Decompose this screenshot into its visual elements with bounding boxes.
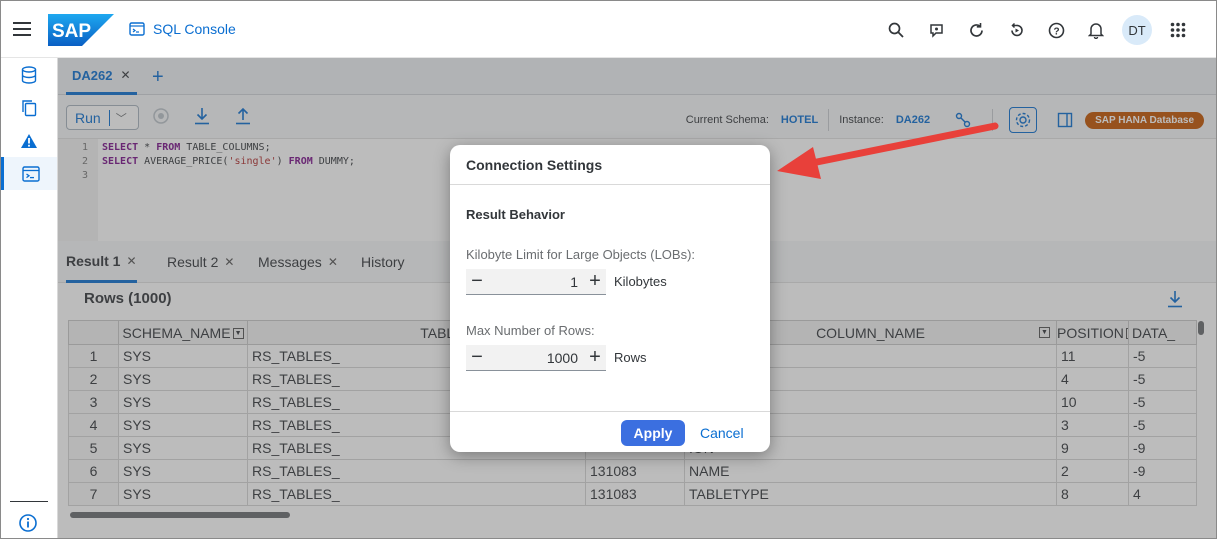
rows-unit-label: Rows <box>614 350 647 365</box>
refresh-icon[interactable] <box>956 15 996 45</box>
nav-divider <box>10 501 48 502</box>
shell-bar: SAP SQL Console ? DT <box>1 1 1216 58</box>
app-title-label: SQL Console <box>153 21 236 37</box>
side-navigation <box>1 58 58 538</box>
decrement-icon[interactable]: − <box>466 269 488 295</box>
svg-text:?: ? <box>1053 26 1059 37</box>
max-rows-label: Max Number of Rows: <box>466 323 595 338</box>
copy-icon <box>22 99 37 116</box>
app-window: SAP SQL Console ? DT DA262 ✕ + Run ﹀ Cur… <box>0 0 1217 539</box>
decrement-icon[interactable]: − <box>466 345 488 371</box>
lob-limit-value[interactable]: 1 <box>488 274 584 290</box>
max-rows-value[interactable]: 1000 <box>488 350 584 366</box>
sap-logo: SAP <box>48 14 114 46</box>
help-icon[interactable]: ? <box>1036 15 1076 45</box>
cancel-button[interactable]: Cancel <box>700 425 744 441</box>
search-icon[interactable] <box>876 15 916 45</box>
nav-sql-console[interactable] <box>1 157 57 190</box>
lob-unit-label: Kilobytes <box>614 274 667 289</box>
menu-icon[interactable] <box>13 22 31 36</box>
alert-icon <box>21 133 37 148</box>
dialog-footer: Apply Cancel <box>450 411 770 452</box>
app-title[interactable]: SQL Console <box>129 21 236 37</box>
app-grid-icon[interactable] <box>1158 15 1198 45</box>
undo-icon[interactable] <box>996 15 1036 45</box>
sql-console-icon <box>129 22 145 36</box>
notifications-icon[interactable] <box>1076 15 1116 45</box>
nav-copy[interactable] <box>1 91 57 124</box>
lob-limit-stepper[interactable]: − 1 + <box>466 269 606 295</box>
max-rows-stepper[interactable]: − 1000 + <box>466 345 606 371</box>
result-behavior-heading: Result Behavior <box>466 207 565 222</box>
database-icon <box>21 65 37 84</box>
nav-database-explorer[interactable] <box>1 58 57 91</box>
connection-settings-dialog: Connection Settings Result Behavior Kilo… <box>450 145 770 452</box>
increment-icon[interactable]: + <box>584 345 606 371</box>
increment-icon[interactable]: + <box>584 269 606 295</box>
apply-button[interactable]: Apply <box>621 420 685 446</box>
dialog-title: Connection Settings <box>450 145 770 185</box>
assistant-icon[interactable] <box>916 15 956 45</box>
avatar[interactable]: DT <box>1122 15 1152 45</box>
lob-limit-label: Kilobyte Limit for Large Objects (LOBs): <box>466 247 696 262</box>
nav-alerts[interactable] <box>1 124 57 157</box>
info-icon[interactable] <box>18 513 38 536</box>
svg-text:SAP: SAP <box>52 21 91 42</box>
sql-console-icon <box>21 165 40 182</box>
